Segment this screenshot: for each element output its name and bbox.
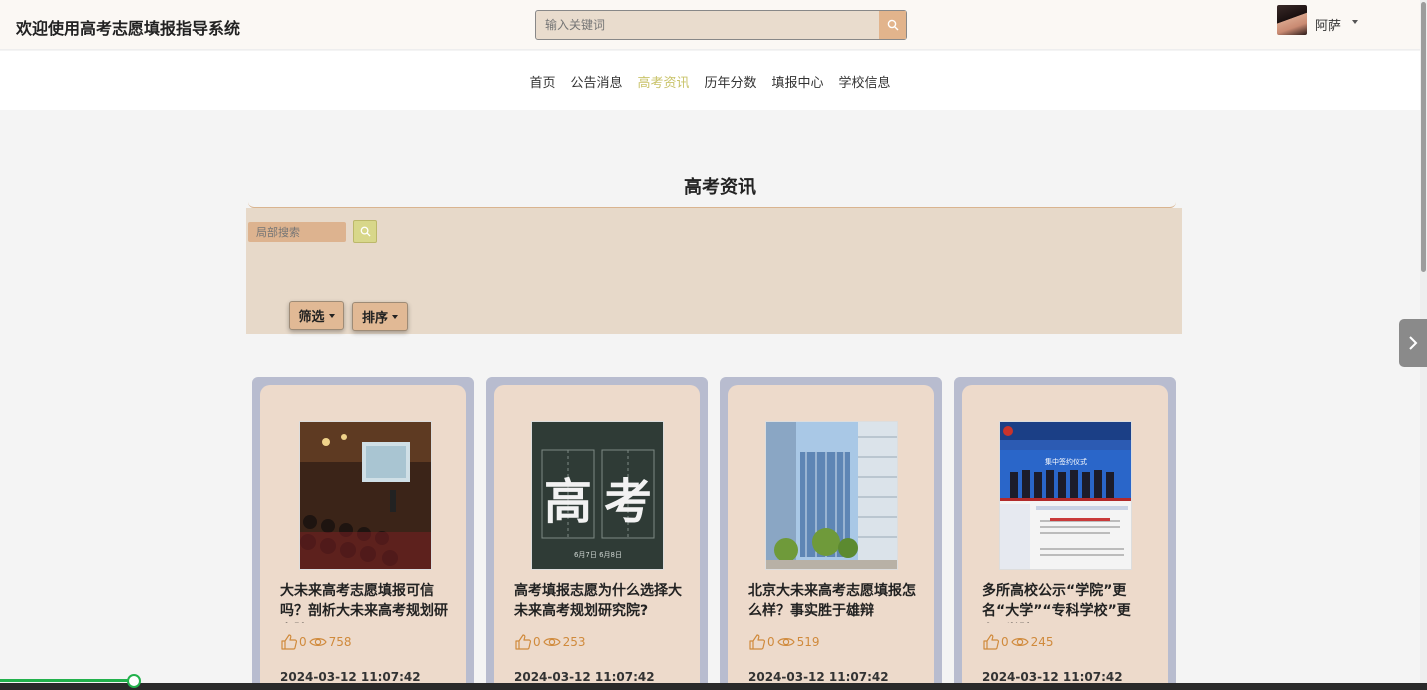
- thumbs-up-icon[interactable]: [748, 633, 766, 651]
- top-bar: 欢迎使用高考志愿填报指导系统 阿萨: [0, 0, 1420, 50]
- thumbs-up-icon[interactable]: [982, 633, 1000, 651]
- thumbs-up-icon[interactable]: [280, 633, 298, 651]
- eye-icon: [542, 638, 561, 646]
- news-card[interactable]: 高 考 6月7日 6月8日 高考填报志愿为什么选择大未来高考规划研究院? 0 2…: [486, 377, 708, 690]
- news-card-body: 集中签约仪式 多所高校公示“学院”更名“大学”“专科学校”更名“学院” 0 24…: [962, 385, 1168, 690]
- scrollbar-thumb[interactable]: [1421, 2, 1426, 272]
- news-thumbnail[interactable]: [765, 421, 898, 570]
- news-thumbnail[interactable]: 高 考 6月7日 6月8日: [531, 421, 664, 570]
- like-count: 0: [299, 635, 307, 649]
- news-date: 2024-03-12 11:07:42: [280, 670, 421, 684]
- news-card-body: 高 考 6月7日 6月8日 高考填报志愿为什么选择大未来高考规划研究院? 0 2…: [494, 385, 700, 690]
- eye-icon: [776, 638, 795, 646]
- svg-text:高: 高: [544, 474, 592, 530]
- nav-item[interactable]: 填报中心: [772, 72, 824, 91]
- view-count: 519: [796, 635, 820, 649]
- site-title: 欢迎使用高考志愿填报指导系统: [16, 19, 241, 38]
- news-title[interactable]: 高考填报志愿为什么选择大未来高考规划研究院?: [514, 581, 682, 623]
- news-title[interactable]: 多所高校公示“学院”更名“大学”“专科学校”更名“学院”: [982, 581, 1150, 623]
- global-search-input[interactable]: [536, 11, 879, 39]
- local-search-button[interactable]: [353, 220, 377, 243]
- side-expand-button[interactable]: [1399, 319, 1427, 367]
- nav-item[interactable]: 学校信息: [839, 72, 891, 91]
- news-title[interactable]: 北京大未来高考志愿填报怎么样？事实胜于雄辩: [748, 581, 916, 623]
- news-stats: 0 758: [280, 633, 352, 651]
- video-progress-fill: [0, 679, 134, 682]
- news-title[interactable]: 大未来高考志愿填报可信吗？剖析大未来高考规划研究院: [280, 581, 448, 623]
- view-count: 758: [328, 635, 352, 649]
- news-stats: 0 253: [514, 633, 586, 651]
- news-card-body: 大未来高考志愿填报可信吗？剖析大未来高考规划研究院 0 758 2024-03-…: [260, 385, 466, 690]
- global-search-button[interactable]: [879, 11, 906, 39]
- thumbs-up-icon[interactable]: [514, 633, 532, 651]
- sort-label: 排序: [361, 311, 388, 326]
- nav-item[interactable]: 公告消息: [570, 72, 622, 91]
- search-icon: [360, 226, 371, 237]
- news-date: 2024-03-12 11:07:42: [748, 670, 889, 684]
- video-progress-track[interactable]: [0, 683, 1427, 690]
- news-date: 2024-03-12 11:07:42: [514, 670, 655, 684]
- global-search: [535, 10, 907, 40]
- eye-icon: [308, 638, 327, 646]
- news-stats: 0 519: [748, 633, 820, 651]
- svg-text:考: 考: [604, 474, 652, 530]
- search-icon: [887, 19, 898, 31]
- like-count: 0: [1001, 635, 1009, 649]
- chevron-down-icon[interactable]: [1352, 20, 1358, 24]
- username[interactable]: 阿萨: [1315, 15, 1341, 34]
- news-card-body: 北京大未来高考志愿填报怎么样？事实胜于雄辩 0 519 2024-03-12 1…: [728, 385, 934, 690]
- local-search-input[interactable]: [248, 222, 346, 242]
- news-card[interactable]: 北京大未来高考志愿填报怎么样？事实胜于雄辩 0 519 2024-03-12 1…: [720, 377, 942, 690]
- eye-icon: [1010, 638, 1029, 646]
- svg-text:集中签约仪式: 集中签约仪式: [1045, 457, 1087, 466]
- chevron-right-icon: [1409, 336, 1418, 350]
- like-count: 0: [533, 635, 541, 649]
- nav-item[interactable]: 历年分数: [705, 72, 757, 91]
- view-count: 245: [1030, 635, 1054, 649]
- nav-items: 首页 公告消息 高考资讯 历年分数 填报中心 学校信息: [0, 72, 1420, 91]
- filter-label: 筛选: [298, 310, 325, 325]
- main-nav: 首页 公告消息 高考资讯 历年分数 填报中心 学校信息: [0, 51, 1420, 110]
- section-title: 高考资讯: [684, 177, 756, 198]
- filter-dropdown[interactable]: 筛选: [289, 301, 344, 330]
- news-card[interactable]: 大未来高考志愿填报可信吗？剖析大未来高考规划研究院 0 758 2024-03-…: [252, 377, 474, 690]
- like-count: 0: [767, 635, 775, 649]
- caret-down-icon: [328, 313, 335, 318]
- caret-down-icon: [392, 314, 398, 319]
- news-thumbnail[interactable]: 集中签约仪式: [999, 421, 1132, 570]
- nav-item[interactable]: 首页: [529, 72, 555, 91]
- news-stats: 0 245: [982, 633, 1054, 651]
- news-card[interactable]: 集中签约仪式 多所高校公示“学院”更名“大学”“专科学校”更名“学院” 0 24…: [954, 377, 1176, 690]
- video-progress-knob[interactable]: [127, 674, 141, 688]
- news-date: 2024-03-12 11:07:42: [982, 670, 1123, 684]
- svg-text:6月7日 6月8日: 6月7日 6月8日: [574, 551, 622, 559]
- view-count: 253: [562, 635, 586, 649]
- avatar[interactable]: [1277, 5, 1307, 35]
- nav-item[interactable]: 高考资讯: [637, 72, 689, 91]
- sort-dropdown[interactable]: 排序: [352, 302, 408, 331]
- news-thumbnail[interactable]: [299, 421, 432, 570]
